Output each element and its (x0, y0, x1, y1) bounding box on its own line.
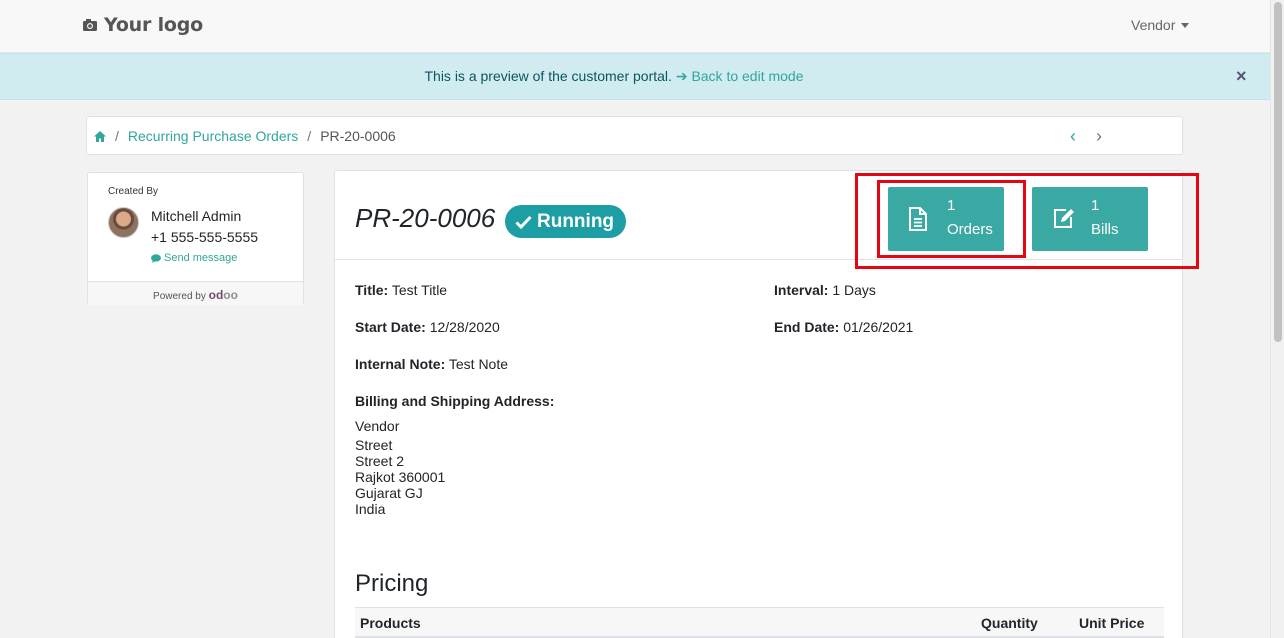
created-by-label: Created By (108, 186, 159, 197)
powered-by-label: Powered by (153, 291, 206, 302)
interval-field-value: 1 Days (832, 282, 876, 298)
home-icon[interactable] (94, 130, 106, 142)
end-date-field: End Date: 01/26/2021 (774, 319, 913, 335)
breadcrumb-separator: / (307, 128, 312, 144)
order-card: PR-20-0006 Running 1 Orders 1 Bills Titl… (334, 170, 1183, 638)
banner-message: This is a preview of the customer portal… (424, 68, 672, 84)
order-title: PR-20-0006 (355, 203, 496, 233)
user-menu-dropdown[interactable]: Vendor (1131, 17, 1190, 33)
pricing-table-header: Products Quantity Unit Price (355, 607, 1164, 638)
breadcrumb-separator: / (115, 128, 119, 144)
top-navbar: Your logo Vendor (0, 0, 1270, 53)
start-date-field: Start Date: 12/28/2020 (355, 319, 500, 335)
title-field-value: Test Title (391, 282, 448, 298)
logo-text: Your logo (104, 14, 203, 36)
sidebar-card: Created By Mitchell Admin +1 555-555-555… (87, 172, 304, 305)
address-heading: Billing and Shipping Address: (355, 393, 554, 409)
column-header-quantity: Quantity (981, 615, 1038, 631)
title-field-label: Title: (355, 282, 389, 298)
internal-note-label: Internal Note: (355, 356, 446, 372)
bills-count: 1 (1091, 197, 1100, 214)
start-date-value: 12/28/2020 (429, 319, 500, 335)
end-date-label: End Date: (774, 319, 840, 335)
vertical-scrollbar[interactable] (1270, 0, 1284, 638)
orders-smart-button[interactable]: 1 Orders (888, 187, 1004, 251)
breadcrumb: / Recurring Purchase Orders / PR-20-0006… (86, 116, 1183, 155)
close-banner-button[interactable]: × (1236, 66, 1247, 87)
caret-down-icon (1181, 22, 1190, 28)
send-message-label: Send message (164, 252, 238, 264)
address-line: Vendor (355, 418, 400, 434)
status-badge: Running (505, 205, 627, 238)
address-line: Street 2 (355, 453, 405, 469)
orders-count: 1 (947, 197, 956, 214)
powered-by-footer: Powered by odoo (88, 281, 303, 305)
send-message-link[interactable]: Send message (151, 252, 237, 264)
address-block: Vendor Street Street 2 Rajkot 360001 Guj… (355, 418, 445, 517)
breadcrumb-parent-link[interactable]: Recurring Purchase Orders (128, 128, 298, 144)
edit-icon (1054, 209, 1074, 228)
pricing-heading: Pricing (355, 570, 429, 597)
creator-name: Mitchell Admin (151, 208, 242, 224)
odoo-logo-part1: od (208, 288, 224, 302)
title-field: Title: Test Title (355, 282, 447, 298)
scrollbar-thumb[interactable] (1274, 2, 1282, 342)
bills-label: Bills (1091, 221, 1119, 238)
arrow-right-icon: ➔ (675, 68, 688, 84)
orders-label: Orders (947, 221, 993, 238)
chevron-left-icon[interactable]: ‹ (1070, 126, 1076, 147)
back-to-edit-label: Back to edit mode (691, 68, 804, 84)
creator-phone: +1 555-555-5555 (151, 229, 259, 245)
breadcrumb-trail: / Recurring Purchase Orders / PR-20-0006 (94, 128, 396, 144)
column-header-products: Products (360, 615, 421, 631)
back-to-edit-link[interactable]: ➔ Back to edit mode (676, 68, 804, 84)
chevron-right-icon[interactable]: › (1096, 126, 1102, 147)
camera-icon (83, 19, 97, 31)
address-line: Gujarat GJ (355, 485, 423, 501)
internal-note-field: Internal Note: Test Note (355, 356, 508, 372)
internal-note-value: Test Note (448, 356, 509, 372)
interval-field-label: Interval: (774, 282, 829, 298)
end-date-value: 01/26/2021 (843, 319, 914, 335)
logo[interactable]: Your logo (82, 14, 203, 36)
avatar (108, 207, 139, 238)
file-text-icon (909, 207, 927, 231)
banner-message-row: This is a preview of the customer portal… (0, 68, 1228, 85)
check-icon (515, 215, 532, 229)
record-pager: ‹ › (1070, 126, 1102, 147)
column-header-unit-price: Unit Price (1079, 615, 1145, 631)
address-line: Rajkot 360001 (355, 469, 446, 485)
odoo-logo[interactable]: odoo (209, 288, 238, 302)
address-line: Street (355, 437, 393, 453)
start-date-label: Start Date: (355, 319, 426, 335)
breadcrumb-current: PR-20-0006 (320, 128, 396, 144)
interval-field: Interval: 1 Days (774, 282, 876, 298)
order-header: PR-20-0006 Running 1 Orders 1 Bills (335, 171, 1182, 260)
status-label: Running (537, 210, 615, 232)
bills-smart-button[interactable]: 1 Bills (1032, 187, 1148, 251)
address-label: Billing and Shipping Address: (355, 393, 555, 409)
user-menu-label: Vendor (1131, 17, 1176, 33)
preview-banner: This is a preview of the customer portal… (0, 53, 1270, 100)
address-line: India (355, 501, 386, 517)
comment-icon (151, 253, 161, 263)
odoo-logo-part2: oo (223, 288, 238, 302)
